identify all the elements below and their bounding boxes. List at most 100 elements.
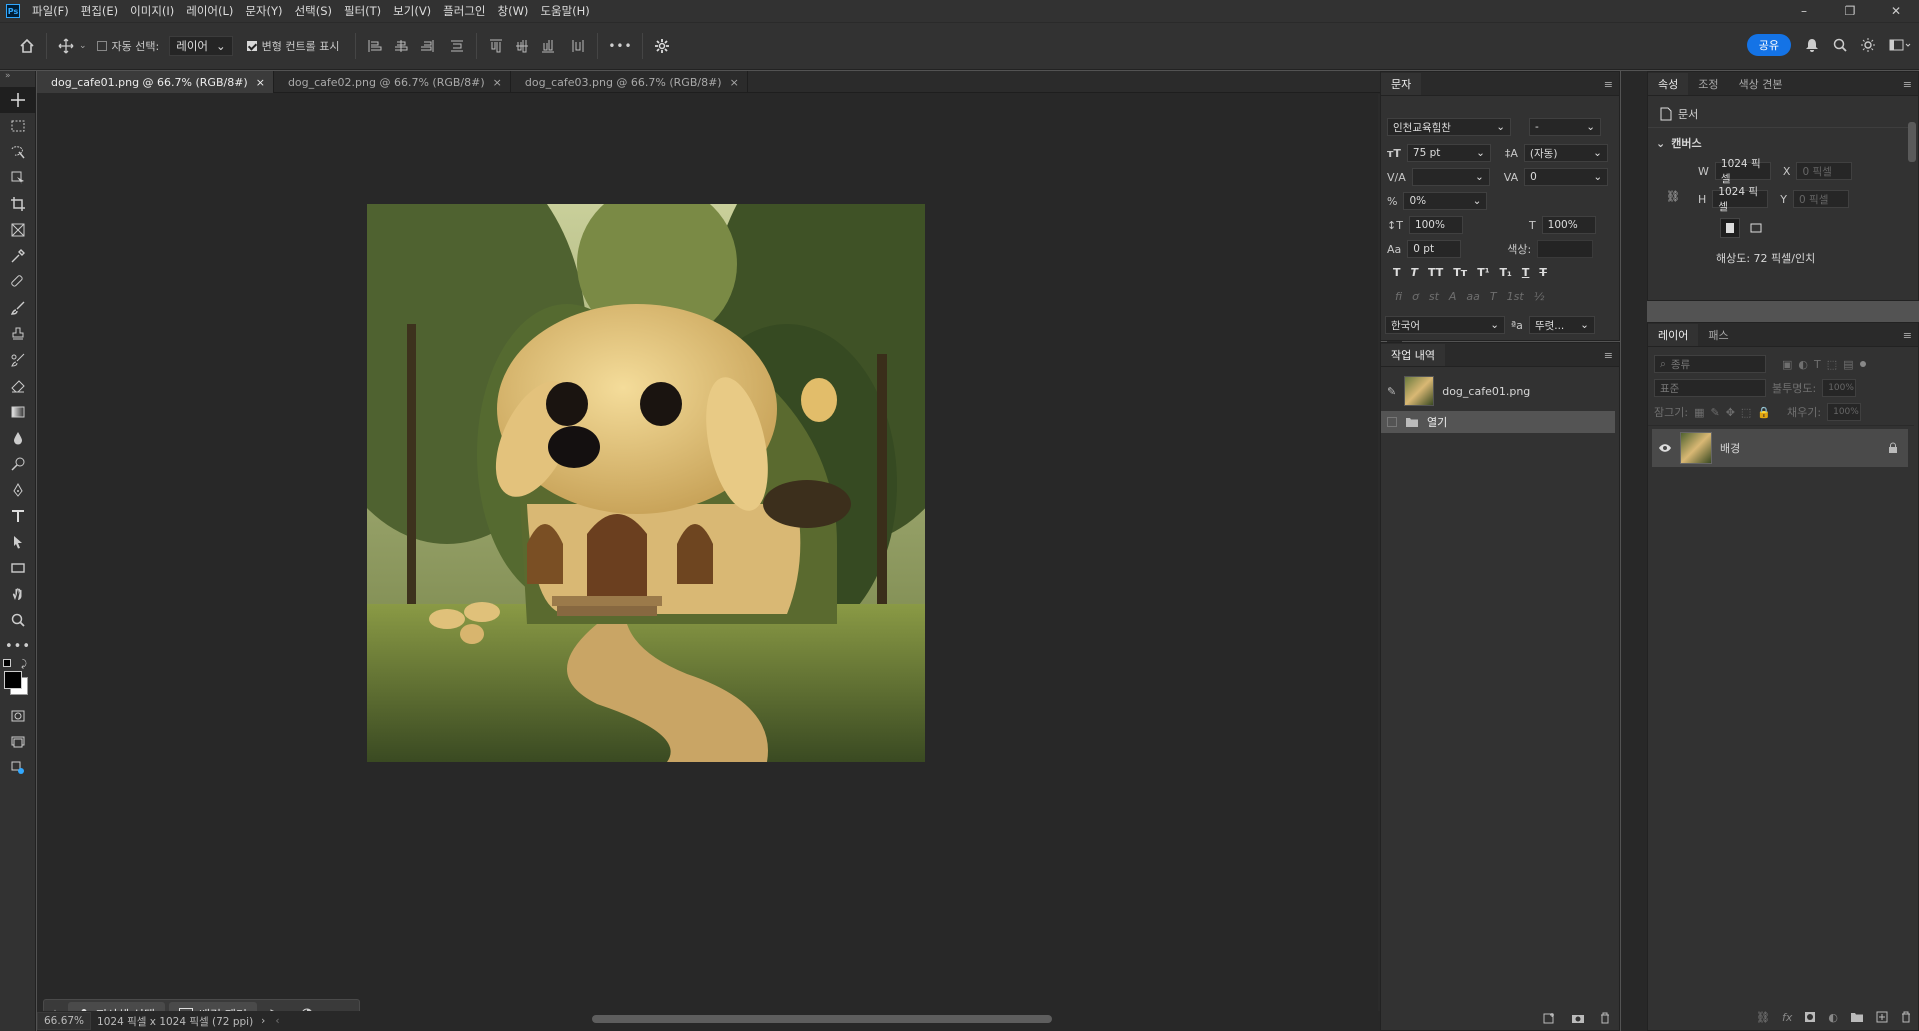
filter-type-icon[interactable]: T [1814,358,1821,371]
tsume-field[interactable]: 0% ⌄ [1403,192,1488,210]
new-group-icon[interactable] [1850,1011,1864,1024]
default-colors-icon[interactable] [3,659,11,667]
dodge-tool-icon[interactable] [0,451,36,477]
swap-colors-icon[interactable]: ⤸ [21,659,27,670]
filter-adjustment-icon[interactable]: ◐ [1798,358,1808,371]
tab-properties[interactable]: 속성 [1648,73,1689,95]
layer-name[interactable]: 배경 [1720,440,1740,456]
auto-select-target-dropdown[interactable]: 레이어 ⌄ [169,36,233,56]
blur-tool-icon[interactable] [0,425,36,451]
document-info[interactable]: 1024 픽셀 x 1024 픽셀 (72 ppi) [97,1014,253,1029]
quick-mask-icon[interactable] [0,703,36,729]
panel-menu-icon[interactable]: ≡ [1903,78,1912,91]
object-select-tool-icon[interactable] [0,139,36,165]
font-style-dropdown[interactable]: - ⌄ [1529,118,1601,136]
minimize-button[interactable]: – [1781,0,1827,22]
gear-icon[interactable] [649,33,675,59]
edit-toolbar-icon[interactable] [0,755,36,781]
stylistic-alternates-button[interactable]: aa [1466,290,1479,303]
lock-transparent-icon[interactable]: ▦ [1694,406,1704,419]
stamp-tool-icon[interactable] [0,321,36,347]
tab-layers[interactable]: 레이어 [1648,324,1699,346]
zoom-tool-icon[interactable] [0,607,36,633]
move-tool-icon[interactable] [0,87,36,113]
landscape-orientation-icon[interactable] [1746,218,1766,238]
panel-menu-icon[interactable]: ≡ [1604,349,1613,362]
all-caps-button[interactable]: TT [1428,266,1443,279]
fx-icon[interactable]: fx [1782,1011,1792,1024]
history-snapshot[interactable]: ✎ dog_cafe01.png [1381,373,1615,409]
tab-character[interactable]: 문자 [1381,73,1422,95]
strikethrough-button[interactable]: T [1539,266,1547,279]
status-arrow-icon[interactable]: › [261,1015,265,1027]
brush-tool-icon[interactable] [0,295,36,321]
discover-icon[interactable] [1861,38,1875,52]
swash-button[interactable]: A [1449,290,1457,303]
lock-pixels-icon[interactable]: ✎ [1710,406,1719,419]
collapse-icon[interactable]: » [0,71,35,87]
ordinals-button[interactable]: 1st [1507,290,1524,303]
menu-window[interactable]: 창(W) [492,3,535,19]
move-tool-icon[interactable] [53,33,79,59]
close-window-button[interactable]: ✕ [1873,0,1919,22]
marquee-tool-icon[interactable] [0,113,36,139]
lock-artboard-icon[interactable]: ⬚ [1741,406,1751,419]
link-icon[interactable]: ⛓ [1666,190,1680,203]
language-dropdown[interactable]: 한국어 ⌄ [1385,316,1505,334]
new-document-from-state-icon[interactable] [1543,1012,1557,1024]
history-step[interactable]: 열기 [1381,411,1615,433]
history-brush-source-box[interactable] [1387,417,1397,427]
auto-select-checkbox[interactable] [96,41,107,51]
leading-field[interactable]: (자동) ⌄ [1523,144,1608,162]
tab-history[interactable]: 작업 내역 [1381,344,1445,366]
vertical-scale-field[interactable]: 100% [1408,216,1463,234]
path-select-tool-icon[interactable] [0,529,36,555]
trash-icon[interactable] [1599,1012,1611,1024]
menu-edit[interactable]: 편집(E) [75,3,124,19]
align-right-icon[interactable] [414,33,440,59]
frame-tool-icon[interactable] [0,217,36,243]
tracking-field[interactable]: 0 ⌄ [1524,168,1609,186]
chevron-down-icon[interactable]: ⌄ [1656,137,1665,150]
kerning-field[interactable]: ⌄ [1411,168,1490,186]
menu-view[interactable]: 보기(V) [387,3,437,19]
lock-icon[interactable] [1888,442,1898,454]
menu-select[interactable]: 선택(S) [289,3,338,19]
menu-image[interactable]: 이미지(I) [124,3,180,19]
menu-filter[interactable]: 필터(T) [338,3,387,19]
show-transform-checkbox[interactable] [246,41,257,51]
restore-button[interactable]: ❐ [1827,0,1873,22]
menu-type[interactable]: 문자(Y) [239,3,288,19]
menu-file[interactable]: 파일(F) [26,3,75,19]
portrait-orientation-icon[interactable] [1720,218,1740,238]
font-family-dropdown[interactable]: 인천교육힘찬 ⌄ [1387,118,1511,136]
tab-swatches[interactable]: 색상 견본 [1729,73,1793,95]
lock-position-icon[interactable]: ✥ [1726,406,1735,419]
align-top-icon[interactable] [483,33,509,59]
foreground-color-swatch[interactable] [4,671,22,689]
screen-mode-icon[interactable] [0,729,36,755]
canvas-width-field[interactable]: 1024 픽셀 [1714,158,1771,185]
frame-select-tool-icon[interactable] [0,165,36,191]
filter-pixel-icon[interactable]: ▣ [1782,358,1792,371]
more-options-button[interactable]: ••• [604,33,636,59]
close-icon[interactable]: × [730,76,739,89]
properties-scrollbar[interactable] [1908,122,1916,162]
share-button[interactable]: 공유 [1746,34,1791,56]
document-canvas-image[interactable] [367,204,925,762]
menu-plugins[interactable]: 플러그인 [437,3,491,19]
trash-icon[interactable] [1900,1011,1912,1024]
panel-menu-icon[interactable]: ≡ [1604,78,1613,91]
filter-shape-icon[interactable]: ⬚ [1827,358,1837,371]
subscript-button[interactable]: T₁ [1500,266,1512,279]
tab-adjustments[interactable]: 조정 [1688,73,1728,95]
canvas-height-field[interactable]: 1024 픽셀 [1712,186,1769,213]
camera-icon[interactable] [1571,1012,1585,1024]
workspace-icon[interactable] [1889,38,1911,52]
blend-mode-dropdown[interactable]: 표준 [1654,379,1766,397]
opacity-field[interactable]: 100% [1822,379,1857,397]
type-tool-icon[interactable] [0,503,36,529]
distribute-vertical-icon[interactable] [565,33,591,59]
gradient-tool-icon[interactable] [0,399,36,425]
align-bottom-icon[interactable] [535,33,561,59]
